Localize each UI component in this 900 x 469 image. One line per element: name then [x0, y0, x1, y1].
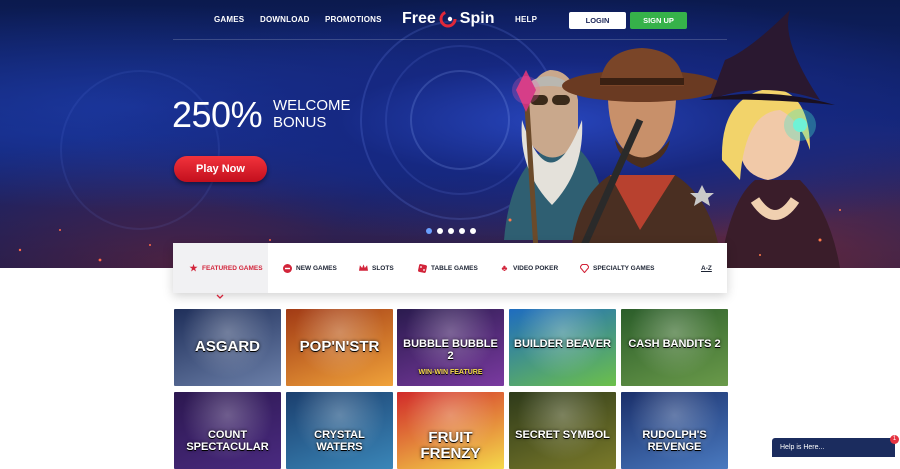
game-subtitle: WIN-WIN FEATURE: [418, 369, 483, 376]
game-title: CRYSTAL WATERS: [314, 429, 365, 453]
tab-label: TABLE GAMES: [431, 264, 478, 272]
game-title: CASH BANDITS 2: [628, 338, 721, 350]
tab-label: FEATURED GAMES: [202, 264, 263, 272]
tab-label: VIDEO POKER: [513, 264, 559, 272]
signup-button[interactable]: SIGN UP: [630, 12, 687, 29]
nav-download[interactable]: DOWNLOAD: [260, 15, 310, 24]
crown-icon: [359, 264, 368, 273]
help-chat-widget[interactable]: Help is Here...: [772, 438, 895, 457]
game-title: BUILDER BEAVER: [514, 338, 611, 350]
game-title: RUDOLPH'S REVENGE: [642, 429, 707, 453]
play-now-button[interactable]: Play Now: [174, 156, 267, 182]
club-icon: ♣: [501, 262, 508, 273]
tab-slots[interactable]: SLOTS: [359, 243, 394, 293]
tab-featured-games[interactable]: ★ FEATURED GAMES: [173, 243, 268, 293]
bonus-label: WELCOME BONUS: [273, 97, 351, 131]
tab-specialty-games[interactable]: SPECIALTY GAMES: [580, 243, 655, 293]
bonus-percent: 250%: [172, 94, 263, 135]
carousel-dot[interactable]: [448, 228, 454, 234]
chevron-down-icon: [216, 294, 224, 299]
carousel-dot[interactable]: [459, 228, 465, 234]
hero-characters-illustration: [504, 10, 841, 268]
tab-label: SLOTS: [372, 264, 394, 272]
tab-table-games[interactable]: TABLE GAMES: [418, 243, 478, 293]
game-tile[interactable]: ASGARD: [174, 309, 281, 386]
game-tile[interactable]: CRYSTAL WATERS: [286, 392, 393, 469]
tab-label: A-Z: [701, 264, 712, 272]
game-tile[interactable]: CASH BANDITS 2: [621, 309, 728, 386]
carousel-dot[interactable]: [470, 228, 476, 234]
nav-divider: [173, 39, 727, 40]
game-tile[interactable]: FRUIT FRENZY: [397, 392, 504, 469]
bonus-line-1: WELCOME: [273, 97, 351, 114]
carousel-dots: [426, 228, 476, 234]
game-tile[interactable]: RUDOLPH'S REVENGE: [621, 392, 728, 469]
game-tile[interactable]: POP'N'STR: [286, 309, 393, 386]
game-title: BUBBLE BUBBLE 2: [403, 338, 498, 362]
logo-text-left: Free: [402, 10, 436, 27]
dice-icon: [418, 263, 427, 273]
game-title: POP'N'STR: [299, 338, 380, 355]
tab-label: SPECIALTY GAMES: [593, 264, 655, 272]
diamond-icon: [580, 263, 589, 273]
carousel-dot[interactable]: [437, 228, 443, 234]
game-title: COUNT SPECTACULAR: [186, 429, 269, 453]
star-icon: ★: [189, 262, 198, 273]
game-tile[interactable]: BUBBLE BUBBLE 2 WIN-WIN FEATURE: [397, 309, 504, 386]
carousel-dot[interactable]: [426, 228, 432, 234]
logo-spin-icon: [439, 10, 457, 28]
help-notification-badge: 1: [890, 435, 899, 444]
game-tile[interactable]: COUNT SPECTACULAR: [174, 392, 281, 469]
witch-character: [700, 10, 840, 268]
game-title: SECRET SYMBOL: [515, 429, 610, 441]
nav-games[interactable]: GAMES: [214, 15, 244, 24]
nav-promotions[interactable]: PROMOTIONS: [325, 15, 382, 24]
logo-text-right: Spin: [459, 10, 495, 27]
new-badge-icon: [283, 263, 292, 273]
bonus-line-2: BONUS: [273, 114, 327, 131]
tab-new-games[interactable]: NEW GAMES: [283, 243, 337, 293]
game-category-bar: ★ FEATURED GAMES NEW GAMES SLOTS TABLE G…: [173, 243, 727, 293]
hero-banner: GAMES DOWNLOAD PROMOTIONS Free Spin HELP…: [0, 0, 900, 268]
tab-video-poker[interactable]: ♣ VIDEO POKER: [500, 243, 559, 293]
tab-a-z[interactable]: A-Z: [701, 243, 712, 293]
login-button[interactable]: LOGIN: [569, 12, 626, 29]
nav-help[interactable]: HELP: [515, 15, 537, 24]
game-tile[interactable]: SECRET SYMBOL: [509, 392, 616, 469]
game-title: ASGARD: [194, 338, 260, 355]
game-tile[interactable]: BUILDER BEAVER: [509, 309, 616, 386]
free-spin-logo[interactable]: Free Spin: [402, 8, 494, 30]
tab-label: NEW GAMES: [296, 264, 337, 272]
